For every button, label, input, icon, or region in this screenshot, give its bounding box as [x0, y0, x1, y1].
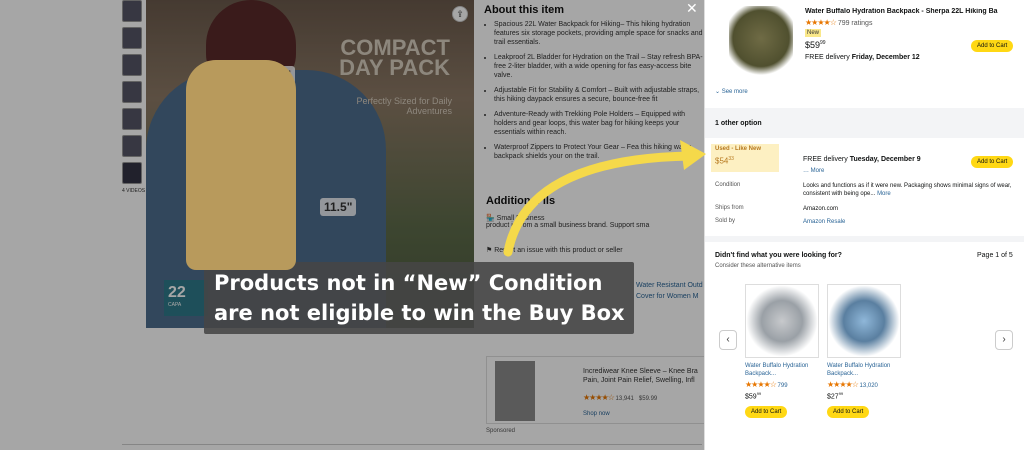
price-fraction: 99 — [820, 40, 826, 46]
rating-count[interactable]: 799 ratings — [838, 20, 873, 27]
alt-price-fraction: 99 — [838, 391, 844, 396]
condition-label: Condition — [715, 182, 741, 188]
sold-by-value[interactable]: Amazon Resale — [803, 218, 1017, 226]
close-icon[interactable]: ✕ — [686, 0, 698, 17]
alternative-item-name[interactable]: Water Buffalo Hydration Backpack... — [827, 362, 903, 378]
delivery-prefix: FREE delivery — [805, 54, 850, 61]
used-price-fraction: 33 — [728, 156, 734, 162]
backpack-figure — [186, 60, 296, 270]
alternative-item-image[interactable] — [827, 284, 901, 358]
alt-price-whole: $59 — [745, 393, 757, 401]
condition-value: Looks and functions as if it were new. P… — [803, 182, 1017, 198]
used-condition-label: Used - Like New — [715, 146, 762, 152]
star-rating-icon: ★★★★☆ — [805, 18, 837, 27]
delivery-date: Friday, December 12 — [851, 54, 920, 61]
chevron-right-icon[interactable]: › — [995, 330, 1013, 350]
used-delivery-date: Tuesday, December 9 — [849, 156, 921, 163]
condition-badge: New — [805, 29, 822, 37]
section-divider — [705, 236, 1024, 242]
more-label: More — [810, 168, 825, 174]
product-title[interactable]: Water Buffalo Hydration Backpack - Sherp… — [805, 8, 1017, 15]
alternatives-subheading: Consider these alternative items — [715, 263, 801, 269]
caption-line1: Products not in “New” Condition — [214, 271, 603, 295]
ships-from-label: Ships from — [715, 205, 744, 211]
used-price-whole: $54 — [715, 156, 729, 166]
alternative-item-reviews[interactable]: 799 — [778, 383, 788, 389]
alternative-item-card[interactable]: Water Buffalo Hydration Backpack... ★★★★… — [827, 284, 903, 419]
alternative-item-price: $2799 — [827, 391, 903, 400]
offers-panel: Water Buffalo Hydration Backpack - Sherp… — [704, 0, 1024, 450]
alt-price-fraction: 99 — [756, 391, 762, 396]
ships-from-value: Amazon.com — [803, 206, 839, 212]
product-rating: ★★★★☆ 799 ratings — [805, 18, 872, 27]
condition-text: Looks and functions as if it were new. P… — [803, 183, 1012, 197]
condition-more-link[interactable]: More — [877, 191, 891, 197]
alternative-item-image[interactable] — [745, 284, 819, 358]
add-to-cart-button[interactable]: Add to Cart — [971, 40, 1014, 52]
delivery-info: FREE delivery Friday, December 12 — [805, 54, 920, 61]
used-price: $5433 — [715, 156, 734, 166]
star-rating-icon: ★★★★☆ — [745, 380, 777, 389]
caption-line2: are not eligible to win the Buy Box — [214, 301, 625, 325]
alternative-item-price: $5999 — [745, 391, 821, 400]
product-price: $5999 — [805, 40, 826, 50]
add-to-cart-button[interactable]: Add to Cart — [827, 406, 870, 419]
annotation-caption: Products not in “New” Condition are not … — [204, 262, 634, 334]
used-delivery-info: FREE delivery Tuesday, December 9 — [803, 156, 921, 163]
price-whole: $59 — [805, 40, 821, 50]
alt-price-whole: $27 — [827, 393, 839, 401]
modal-backdrop[interactable] — [0, 0, 704, 450]
alternative-item-rating: ★★★★☆ 799 — [745, 380, 821, 389]
alternatives-heading: Didn't find what you were looking for? — [715, 252, 842, 259]
used-delivery-prefix: FREE delivery — [803, 156, 848, 163]
add-to-cart-used-button[interactable]: Add to Cart — [971, 156, 1014, 168]
alternative-item-reviews[interactable]: 13,020 — [860, 383, 878, 389]
used-offer-highlight: Used - Like New $5433 — [711, 144, 779, 172]
other-options-label: 1 other option — [715, 120, 762, 127]
other-options-header: 1 other option — [705, 108, 1024, 138]
see-more-label: See more — [721, 89, 748, 95]
see-more-link[interactable]: ⌄ See more — [715, 88, 748, 95]
product-thumbnail — [729, 6, 793, 78]
chevron-left-icon[interactable]: ‹ — [719, 330, 737, 350]
alternative-item-rating: ★★★★☆ 13,020 — [827, 380, 903, 389]
sold-by-label: Sold by — [715, 218, 736, 224]
alternative-item-name[interactable]: Water Buffalo Hydration Backpack... — [745, 362, 821, 378]
add-to-cart-button[interactable]: Add to Cart — [745, 406, 788, 419]
alternative-item-card[interactable]: Water Buffalo Hydration Backpack... ★★★★… — [745, 284, 821, 419]
star-rating-icon: ★★★★☆ — [827, 380, 859, 389]
carousel-page-indicator: Page 1 of 5 — [977, 252, 1013, 259]
more-link[interactable]: … More — [803, 168, 824, 174]
